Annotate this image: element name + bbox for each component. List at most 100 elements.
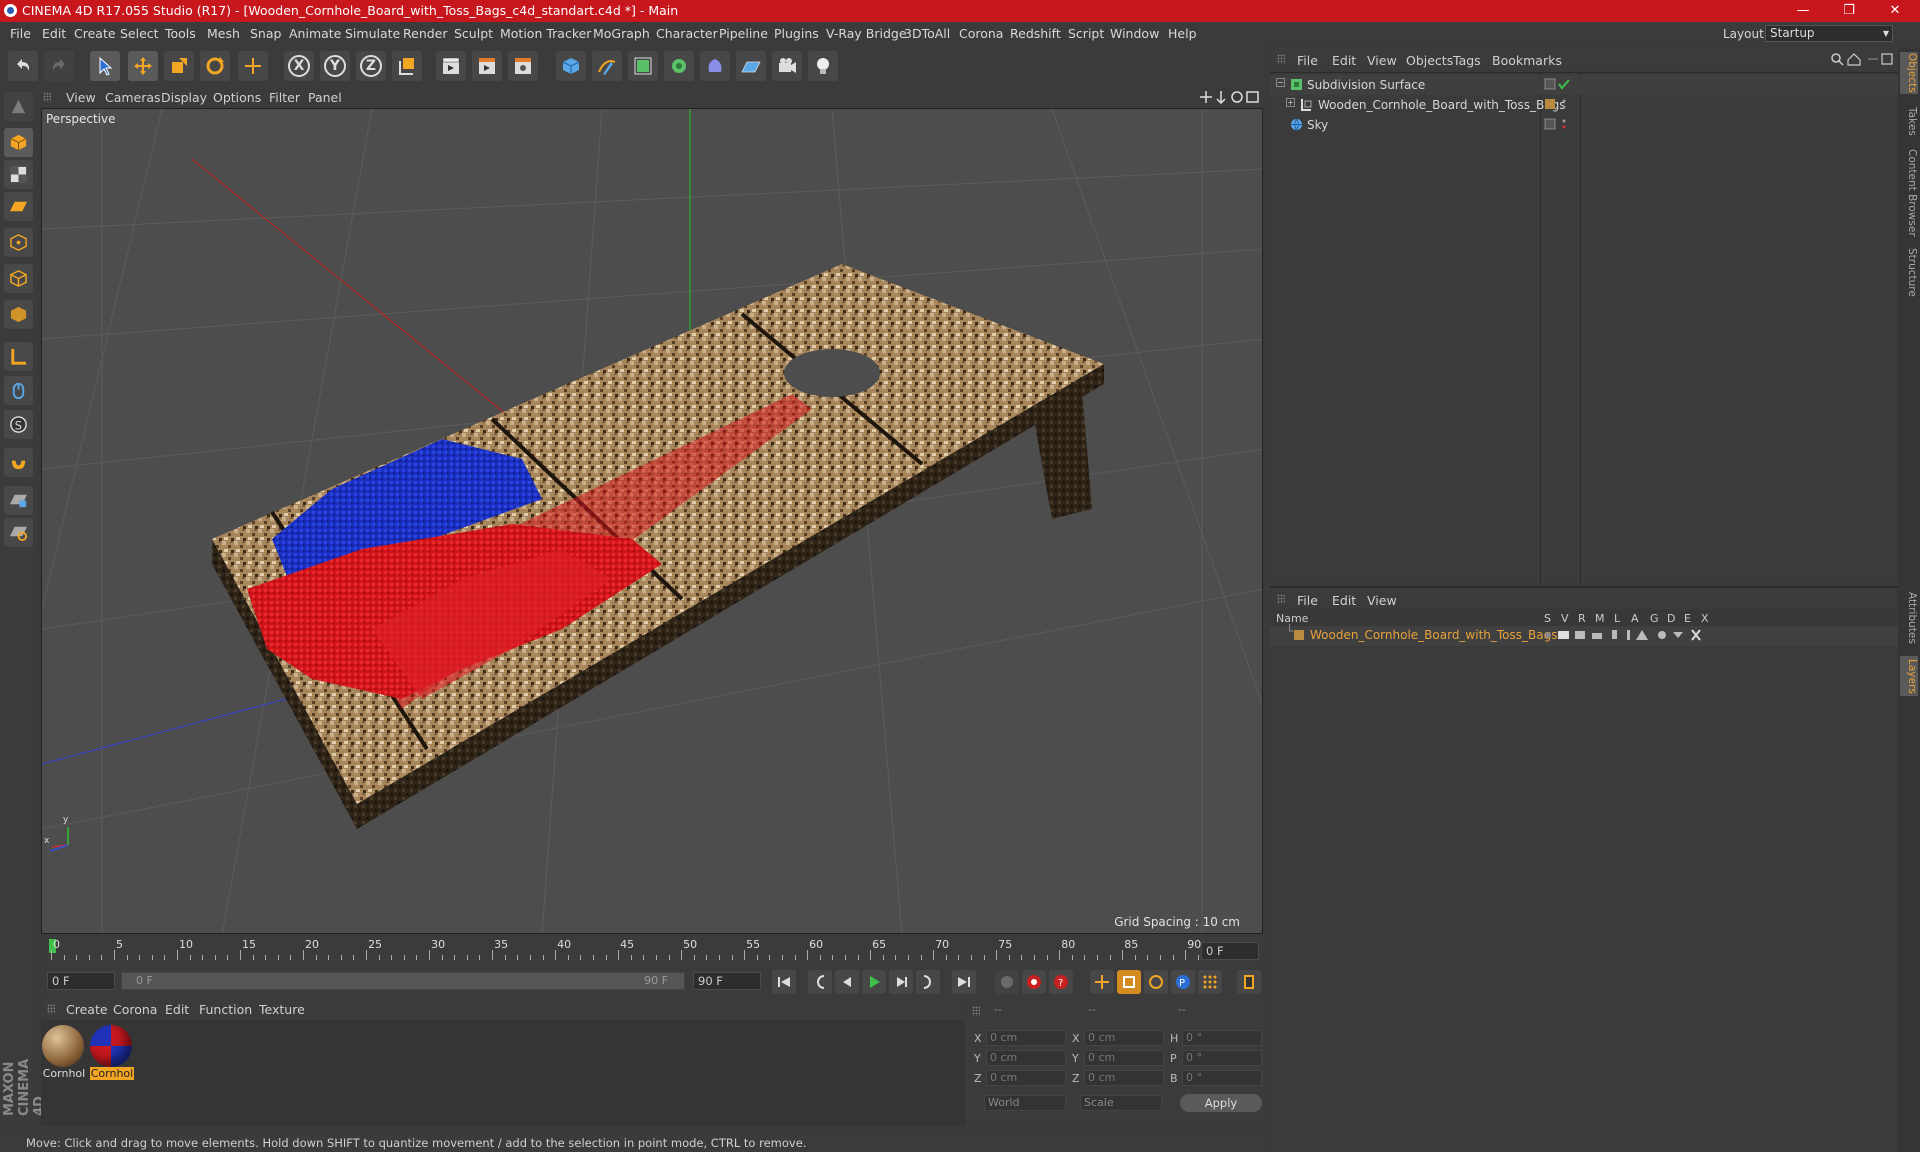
record-active-objects-button[interactable]: [1022, 970, 1046, 994]
layer-color-swatch[interactable]: [1294, 630, 1304, 640]
tab-structure[interactable]: Structure: [1900, 246, 1918, 298]
key-rotation-button[interactable]: [1144, 970, 1168, 994]
objects-menu-file[interactable]: File: [1297, 53, 1318, 68]
object-row-sky[interactable]: Sky: [1270, 115, 1898, 135]
menu-3dtoall[interactable]: 3DToAll: [904, 26, 950, 41]
material-menu-edit[interactable]: Edit: [165, 1002, 189, 1017]
menu-create[interactable]: Create: [74, 26, 116, 41]
menu-motion-tracker[interactable]: Motion Tracker: [500, 26, 591, 41]
menu-mesh[interactable]: Mesh: [207, 26, 240, 41]
planar-workplane-button[interactable]: [4, 518, 33, 547]
tab-layers[interactable]: Layers: [1900, 656, 1918, 696]
menu-tools[interactable]: Tools: [165, 26, 196, 41]
menu-plugins[interactable]: Plugins: [774, 26, 819, 41]
record-keys-disabled-button[interactable]: [995, 970, 1019, 994]
scale-tool-button[interactable]: [164, 51, 194, 81]
objects-menu-bookmarks[interactable]: Bookmarks: [1492, 53, 1562, 68]
tab-objects[interactable]: Objects: [1900, 52, 1918, 94]
collapse-icon[interactable]: −: [1276, 78, 1285, 87]
timeline-window-button[interactable]: [1237, 970, 1261, 994]
menu-corona[interactable]: Corona: [959, 26, 1003, 41]
key-scale-button[interactable]: [1117, 970, 1141, 994]
polygons-mode-button[interactable]: [4, 300, 33, 329]
material-menu-create[interactable]: Create: [66, 1002, 108, 1017]
apply-button[interactable]: Apply: [1180, 1094, 1262, 1112]
viewport-nav-icons[interactable]: [1199, 90, 1263, 104]
material-menu-function[interactable]: Function: [199, 1002, 252, 1017]
add-cube-button[interactable]: [556, 51, 586, 81]
z-axis-lock-button[interactable]: Z: [356, 51, 386, 81]
layer-col-x[interactable]: X: [1701, 612, 1709, 625]
layers-menu-file[interactable]: File: [1297, 593, 1318, 608]
frame-range-slider[interactable]: 0 F 90 F: [121, 972, 685, 990]
layer-col-v[interactable]: V: [1561, 612, 1569, 625]
layer-col-e[interactable]: E: [1684, 612, 1691, 625]
go-to-end-button[interactable]: [952, 970, 976, 994]
texture-mode-button[interactable]: [4, 160, 33, 189]
key-pla-button[interactable]: [1198, 970, 1222, 994]
layers-menu-view[interactable]: View: [1367, 593, 1397, 608]
menu-character[interactable]: Character: [656, 26, 718, 41]
pos-x-field[interactable]: 0 cm: [986, 1030, 1066, 1046]
object-manager-tools-icons[interactable]: [1830, 52, 1894, 66]
close-button[interactable]: ✕: [1872, 0, 1918, 22]
layer-col-r[interactable]: R: [1578, 612, 1586, 625]
menu-animate[interactable]: Animate: [289, 26, 341, 41]
move-tool-button[interactable]: [128, 51, 158, 81]
material-menu-corona[interactable]: Corona: [113, 1002, 157, 1017]
layer-col-g[interactable]: G: [1650, 612, 1659, 625]
redo-button[interactable]: [44, 51, 74, 81]
pos-z-field[interactable]: 0 cm: [986, 1070, 1066, 1086]
rot-p-field[interactable]: 0 °: [1182, 1050, 1262, 1066]
next-frame-button[interactable]: [889, 970, 913, 994]
menu-sculpt[interactable]: Sculpt: [454, 26, 493, 41]
objects-menu-edit[interactable]: Edit: [1332, 53, 1356, 68]
material-wood-swatch[interactable]: Cornhol: [42, 1025, 86, 1081]
size-y-field[interactable]: 0 cm: [1084, 1050, 1164, 1066]
render-picture-viewer-button[interactable]: [472, 51, 502, 81]
tab-content-browser[interactable]: Content Browser: [1900, 148, 1918, 238]
viewport-menu-display[interactable]: Display: [161, 90, 207, 105]
material-menu-texture[interactable]: Texture: [259, 1002, 305, 1017]
tweak-mode-button[interactable]: [4, 376, 33, 405]
layer-toggle-icons[interactable]: [1542, 628, 1718, 642]
viewport-menu-panel[interactable]: Panel: [308, 90, 342, 105]
size-mode-select[interactable]: Scale: [1080, 1095, 1162, 1111]
viewport-menu-view[interactable]: View: [66, 90, 96, 105]
menu-file[interactable]: File: [10, 26, 31, 41]
add-light-button[interactable]: [808, 51, 838, 81]
size-x-field[interactable]: 0 cm: [1084, 1030, 1164, 1046]
maximize-button[interactable]: ❐: [1826, 0, 1872, 22]
menu-render[interactable]: Render: [403, 26, 448, 41]
add-cloner-button[interactable]: [664, 51, 694, 81]
objects-menu-objects[interactable]: Objects: [1406, 53, 1453, 68]
menu-script[interactable]: Script: [1068, 26, 1104, 41]
menu-simulate[interactable]: Simulate: [345, 26, 400, 41]
menu-vray-bridge[interactable]: V-Ray Bridge: [826, 26, 907, 41]
menu-select[interactable]: Select: [120, 26, 159, 41]
y-axis-lock-button[interactable]: Y: [320, 51, 350, 81]
object-tag-icons[interactable]: [1544, 98, 1574, 111]
timeline-ruler[interactable]: 0 5 10 15 20 25 30 35 40 45 50 55 60 65 70 75 80 85 90 0 F: [41, 936, 1263, 964]
menu-help[interactable]: Help: [1168, 26, 1197, 41]
minimize-button[interactable]: —: [1780, 0, 1826, 22]
end-frame-field[interactable]: 90 F: [693, 972, 761, 990]
size-z-field[interactable]: 0 cm: [1084, 1070, 1164, 1086]
rotate-tool-button[interactable]: [200, 51, 230, 81]
recent-tools-button[interactable]: [238, 51, 268, 81]
snap-enable-button[interactable]: S: [4, 410, 33, 439]
layer-col-a[interactable]: A: [1631, 612, 1639, 625]
menu-window[interactable]: Window: [1110, 26, 1159, 41]
locked-workplane-button[interactable]: [4, 486, 33, 515]
menu-edit[interactable]: Edit: [42, 26, 66, 41]
make-editable-button[interactable]: [4, 92, 33, 121]
add-floor-button[interactable]: [736, 51, 766, 81]
objects-menu-tags[interactable]: Tags: [1453, 53, 1481, 68]
viewport-menu-options[interactable]: Options: [213, 90, 261, 105]
layer-col-l[interactable]: L: [1614, 612, 1620, 625]
object-row-cornhole[interactable]: + Wooden_Cornhole_Board_with_Toss_Bags: [1270, 95, 1898, 115]
rot-h-field[interactable]: 0 °: [1182, 1030, 1262, 1046]
model-mode-button[interactable]: [4, 128, 33, 157]
rot-b-field[interactable]: 0 °: [1182, 1070, 1262, 1086]
layer-row[interactable]: └ Wooden_Cornhole_Board_with_Toss_Bags: [1270, 624, 1898, 646]
